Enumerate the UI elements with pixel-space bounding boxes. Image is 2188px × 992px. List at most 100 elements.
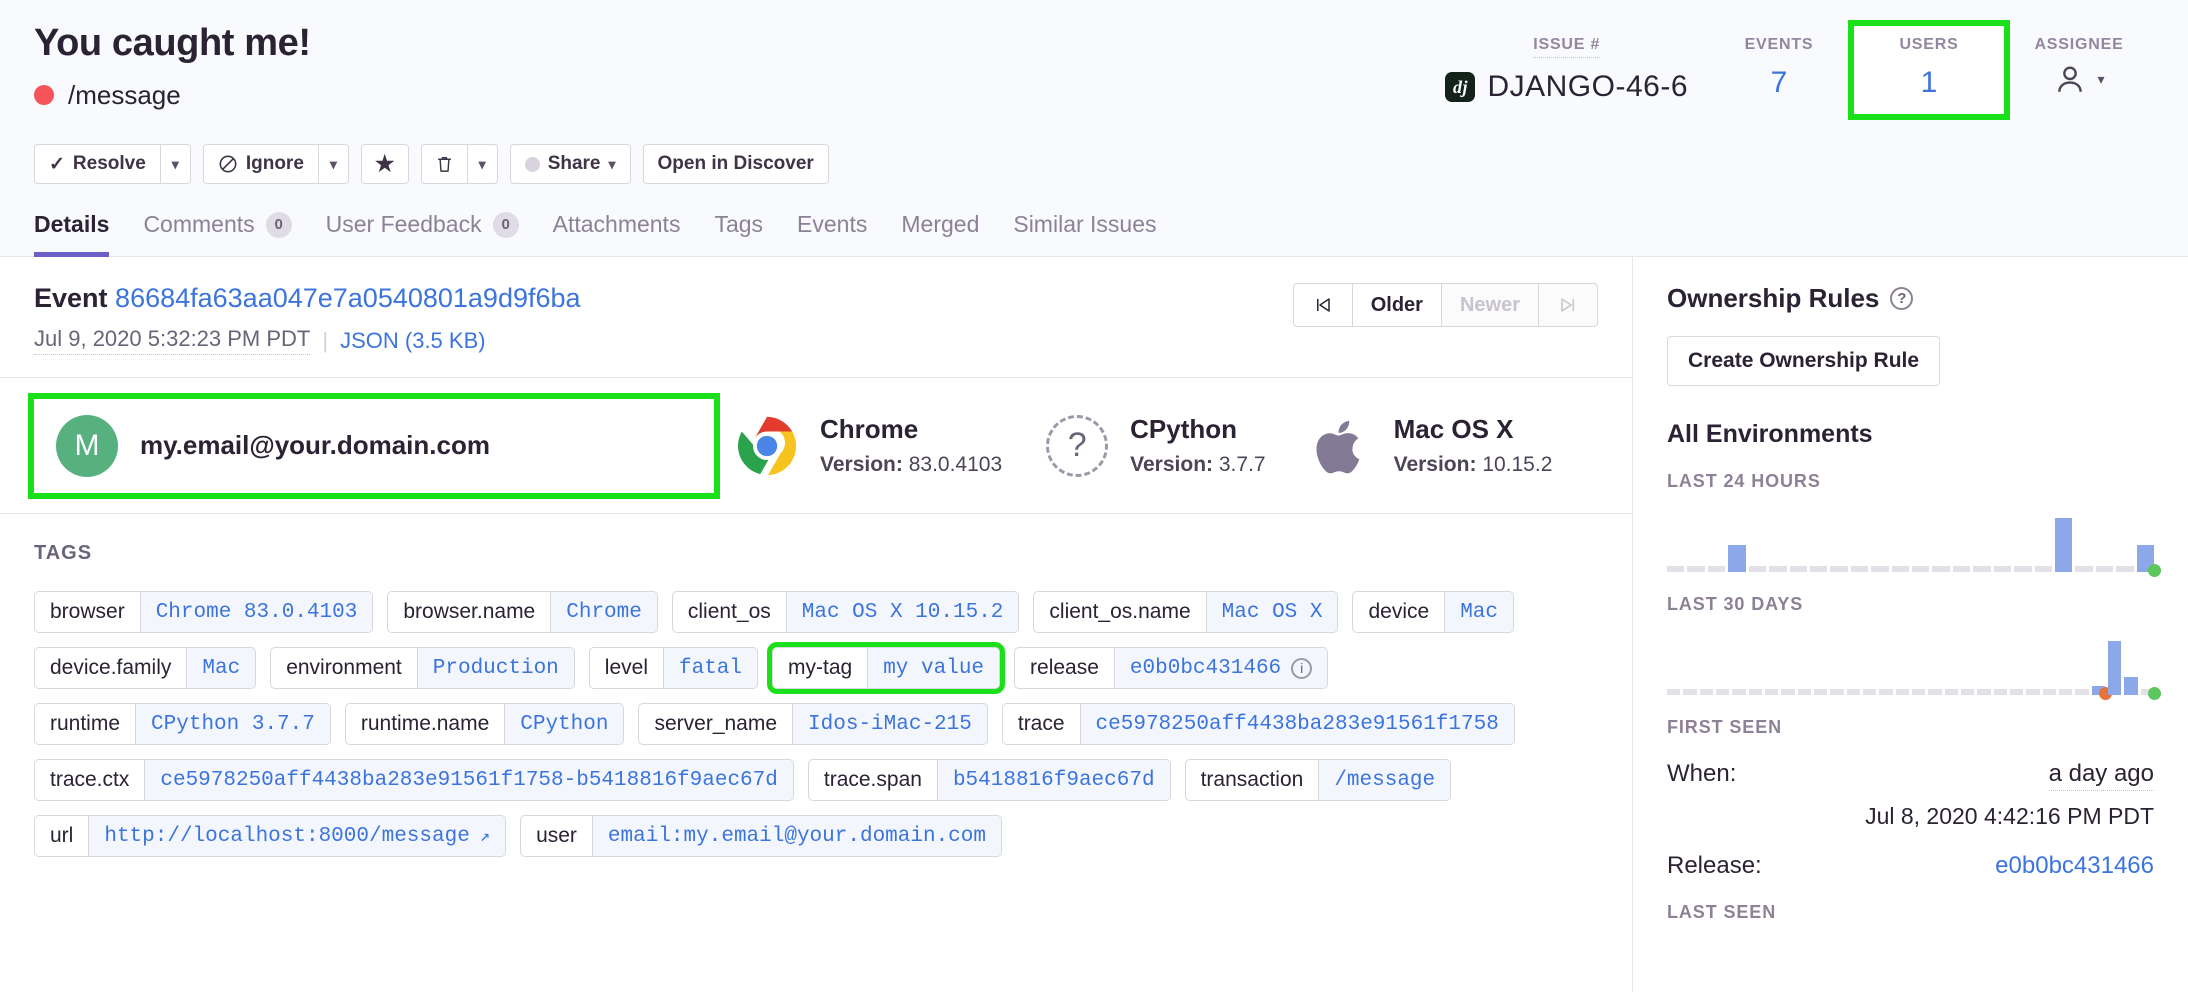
- main-content: Event 86684fa63aa047e7a0540801a9d9f6ba J…: [0, 257, 1633, 992]
- share-button[interactable]: Share ▾: [510, 144, 631, 184]
- event-id-link[interactable]: 86684fa63aa047e7a0540801a9d9f6ba: [115, 283, 581, 313]
- resolve-dropdown-button[interactable]: ▾: [161, 144, 191, 184]
- tab-user-feedback[interactable]: User Feedback 0: [326, 211, 519, 257]
- tag-pill[interactable]: runtime.nameCPython: [345, 703, 625, 745]
- last-24-hours-label: LAST 24 HOURS: [1667, 471, 2154, 492]
- context-card-browser[interactable]: Chrome Version: 83.0.4103: [714, 398, 1024, 493]
- tag-value[interactable]: email:my.email@your.domain.com: [592, 816, 1001, 856]
- tag-value[interactable]: http://localhost:8000/message ↗: [88, 816, 505, 856]
- tag-value[interactable]: Mac OS X: [1206, 592, 1338, 632]
- tag-pill[interactable]: urlhttp://localhost:8000/message↗: [34, 815, 506, 857]
- tag-pill[interactable]: my-tagmy value: [772, 647, 1000, 689]
- help-icon[interactable]: ?: [1890, 287, 1913, 310]
- context-card-runtime[interactable]: ? CPython Version: 3.7.7: [1024, 398, 1287, 493]
- event-identity: Event 86684fa63aa047e7a0540801a9d9f6ba J…: [34, 283, 581, 355]
- tag-pill[interactable]: levelfatal: [589, 647, 758, 689]
- tab-events[interactable]: Events: [797, 211, 867, 257]
- sparkline-bar: [1863, 689, 1876, 695]
- first-seen-release-value[interactable]: e0b0bc431466: [1995, 852, 2154, 880]
- resolve-label: Resolve: [73, 153, 146, 175]
- tag-value[interactable]: Chrome: [550, 592, 657, 632]
- tag-value[interactable]: Mac: [186, 648, 255, 688]
- tab-tags[interactable]: Tags: [714, 211, 763, 257]
- tag-value-text: http://localhost:8000/message: [104, 825, 469, 848]
- create-ownership-rule-button[interactable]: Create Ownership Rule: [1667, 336, 1940, 386]
- tag-key: user: [521, 816, 592, 856]
- tag-pill[interactable]: transaction/message: [1185, 759, 1452, 801]
- tag-pill[interactable]: client_osMac OS X 10.15.2: [672, 591, 1020, 633]
- tag-key: browser.name: [388, 592, 550, 632]
- tag-pill[interactable]: device.familyMac: [34, 647, 256, 689]
- tag-pill[interactable]: trace.ctxce5978250aff4438ba283e91561f175…: [34, 759, 794, 801]
- tag-value[interactable]: Mac OS X 10.15.2: [786, 592, 1019, 632]
- tag-pill[interactable]: tracece5978250aff4438ba283e91561f1758: [1002, 703, 1515, 745]
- stat-events-value[interactable]: 7: [1720, 66, 1838, 100]
- tag-value[interactable]: /message: [1318, 760, 1450, 800]
- context-os-text: Mac OS X Version: 10.15.2: [1394, 414, 1553, 477]
- first-page-button[interactable]: [1293, 283, 1353, 327]
- open-in-discover-label: Open in Discover: [658, 153, 814, 175]
- last-seen-marker: [2148, 687, 2161, 700]
- tab-merged[interactable]: Merged: [901, 211, 979, 257]
- event-json-link[interactable]: JSON (3.5 KB): [340, 328, 485, 354]
- tag-value[interactable]: ce5978250aff4438ba283e91561f1758: [1080, 704, 1514, 744]
- tag-pill[interactable]: user email:my.email@your.domain.com: [520, 815, 1002, 857]
- tag-pill[interactable]: releasee0b0bc431466i: [1014, 647, 1328, 689]
- context-card-os[interactable]: Mac OS X Version: 10.15.2: [1288, 398, 1575, 493]
- sparkline-bar: [1912, 689, 1925, 695]
- tag-value[interactable]: CPython 3.7.7: [135, 704, 330, 744]
- tag-value[interactable]: b5418816f9aec67d: [937, 760, 1170, 800]
- stat-events[interactable]: EVENTS 7: [1704, 26, 1854, 114]
- tab-comments[interactable]: Comments 0: [143, 211, 291, 257]
- stat-users[interactable]: USERS 1: [1854, 26, 2004, 114]
- tag-pill[interactable]: deviceMac: [1352, 591, 1514, 633]
- assignee-control[interactable]: ▾: [2020, 62, 2138, 96]
- tag-value[interactable]: e0b0bc431466i: [1114, 648, 1327, 688]
- tag-pill[interactable]: environmentProduction: [270, 647, 575, 689]
- issue-stats: ISSUE # dj DJANGO-46-6 EVENTS 7 USERS 1 …: [1429, 22, 2154, 118]
- tag-key: browser: [35, 592, 140, 632]
- resolve-button[interactable]: ✓ Resolve: [34, 144, 161, 184]
- tag-pill[interactable]: browser.nameChrome: [387, 591, 658, 633]
- tag-value[interactable]: my value: [867, 648, 999, 688]
- event-meta-row: Jul 9, 2020 5:32:23 PM PDT | JSON (3.5 K…: [34, 326, 581, 355]
- event-pagination: Older Newer: [1293, 283, 1598, 327]
- first-seen-when-row: When: a day ago: [1667, 760, 2154, 791]
- last-page-button: [1539, 283, 1598, 327]
- sparkline-bar: [1716, 689, 1729, 695]
- tag-value[interactable]: fatal: [663, 648, 757, 688]
- tag-value[interactable]: Chrome 83.0.4103: [140, 592, 373, 632]
- last-30-days-label: LAST 30 DAYS: [1667, 594, 2154, 615]
- tab-attachments[interactable]: Attachments: [553, 211, 681, 257]
- share-label: Share: [548, 153, 601, 175]
- sparkline-bar: [2116, 566, 2133, 572]
- chevron-down-icon: ▾: [2097, 71, 2104, 88]
- tab-details[interactable]: Details: [34, 211, 109, 257]
- context-browser-name: Chrome: [820, 414, 1002, 445]
- tag-pill[interactable]: trace.spanb5418816f9aec67d: [808, 759, 1171, 801]
- tab-similar-issues[interactable]: Similar Issues: [1013, 211, 1156, 257]
- tag-pill[interactable]: browserChrome 83.0.4103: [34, 591, 373, 633]
- tag-value[interactable]: Production: [417, 648, 574, 688]
- tag-value[interactable]: Idos-iMac-215: [792, 704, 987, 744]
- tag-value[interactable]: CPython: [504, 704, 623, 744]
- open-in-discover-button[interactable]: Open in Discover: [643, 144, 829, 184]
- tag-pill[interactable]: server_nameIdos-iMac-215: [638, 703, 987, 745]
- tag-pill[interactable]: runtimeCPython 3.7.7: [34, 703, 331, 745]
- info-icon[interactable]: i: [1291, 658, 1312, 679]
- delete-dropdown-button[interactable]: ▾: [468, 144, 498, 184]
- stat-users-value[interactable]: 1: [1870, 66, 1988, 100]
- tag-pill[interactable]: client_os.nameMac OS X: [1033, 591, 1338, 633]
- ignore-dropdown-button[interactable]: ▾: [319, 144, 349, 184]
- context-card-user[interactable]: M my.email@your.domain.com: [34, 399, 714, 493]
- assignee-selector[interactable]: ASSIGNEE ▾: [2004, 26, 2154, 110]
- ignore-button[interactable]: Ignore: [203, 144, 319, 184]
- bookmark-button[interactable]: ★: [361, 144, 409, 184]
- tag-value[interactable]: Mac: [1444, 592, 1513, 632]
- tag-value-text: email:my.email@your.domain.com: [608, 825, 986, 848]
- delete-button[interactable]: [421, 144, 468, 184]
- external-link-icon[interactable]: ↗: [480, 826, 490, 847]
- last-seen-marker: [2148, 564, 2161, 577]
- older-button[interactable]: Older: [1353, 283, 1442, 327]
- tag-value[interactable]: ce5978250aff4438ba283e91561f1758-b541881…: [144, 760, 793, 800]
